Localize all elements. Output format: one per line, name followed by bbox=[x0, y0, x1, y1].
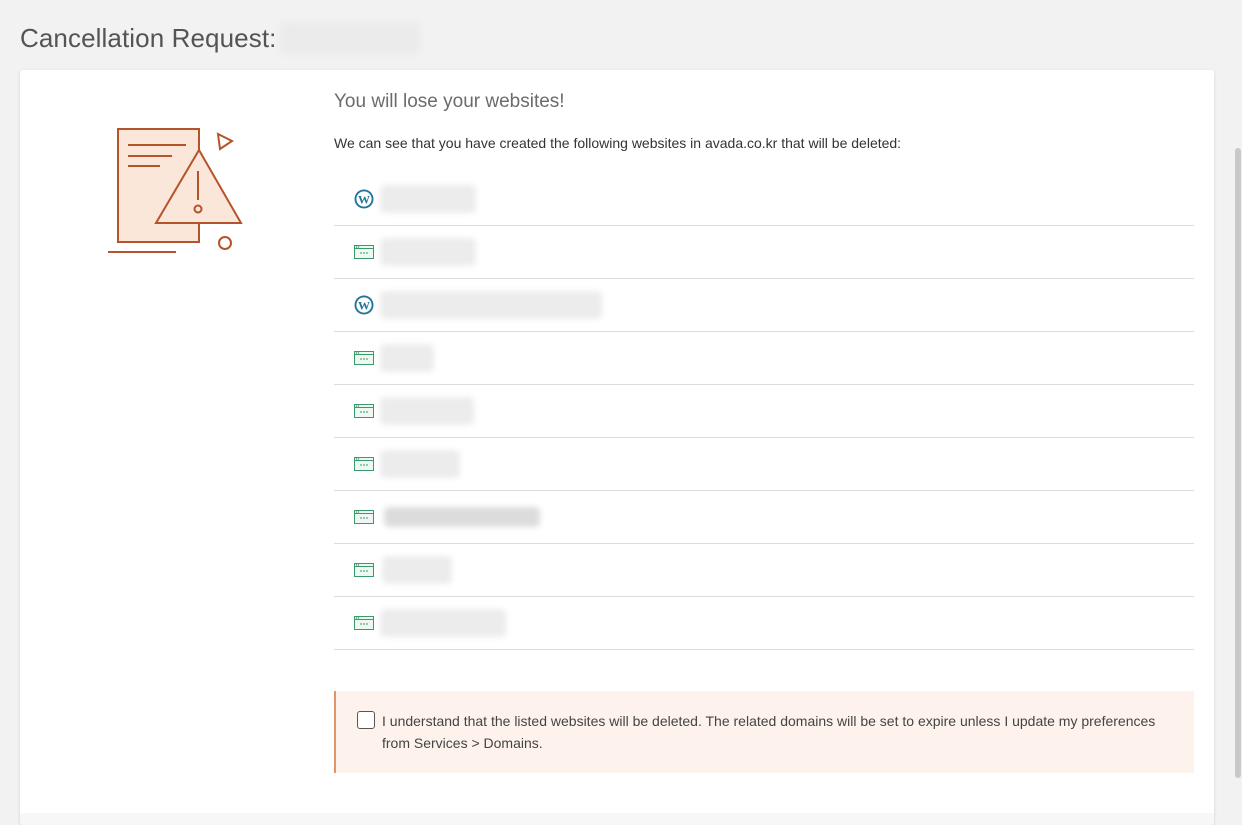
cancellation-card: You will lose your websites! We can see … bbox=[20, 70, 1214, 825]
website-icon bbox=[354, 242, 374, 262]
acknowledgement-line-2: from Services > Domains. bbox=[382, 735, 543, 751]
page-title: Cancellation Request: bbox=[20, 22, 277, 53]
page-header: Cancellation Request: bbox=[20, 18, 421, 58]
website-icon bbox=[354, 454, 374, 474]
redacted-site-name bbox=[380, 397, 474, 425]
scrollbar-thumb[interactable] bbox=[1235, 148, 1241, 778]
redacted-site-name bbox=[380, 609, 506, 637]
website-row: W bbox=[334, 279, 1194, 332]
acknowledgement-notice: I understand that the listed websites wi… bbox=[334, 691, 1194, 773]
website-row bbox=[334, 491, 1194, 544]
acknowledgement-line-1: I understand that the listed websites wi… bbox=[382, 713, 1156, 729]
website-icon bbox=[354, 560, 374, 580]
wordpress-icon: W bbox=[354, 189, 374, 209]
website-icon bbox=[354, 401, 374, 421]
card-footer bbox=[20, 813, 1214, 825]
svg-text:W: W bbox=[358, 193, 370, 207]
website-row bbox=[334, 332, 1194, 385]
redacted-site-name bbox=[382, 556, 452, 584]
website-row: W bbox=[334, 173, 1194, 226]
website-row bbox=[334, 544, 1194, 597]
acknowledgement-label[interactable]: I understand that the listed websites wi… bbox=[382, 710, 1182, 754]
svg-text:W: W bbox=[358, 299, 370, 313]
website-row bbox=[334, 597, 1194, 650]
website-row bbox=[334, 438, 1194, 491]
redacted-site-name bbox=[380, 344, 434, 372]
redacted-site-name bbox=[380, 185, 476, 213]
website-icon bbox=[354, 348, 374, 368]
redacted-site-name bbox=[380, 291, 602, 319]
website-icon bbox=[354, 507, 374, 527]
website-row bbox=[334, 385, 1194, 438]
wordpress-icon: W bbox=[354, 295, 374, 315]
page-scrollbar[interactable] bbox=[1234, 70, 1242, 825]
warning-intro: We can see that you have created the fol… bbox=[334, 135, 902, 151]
redacted-account-name bbox=[280, 22, 421, 54]
warning-document-icon bbox=[108, 128, 243, 253]
redacted-site-name bbox=[384, 507, 540, 527]
website-list: W W bbox=[334, 173, 1194, 650]
website-icon bbox=[354, 613, 374, 633]
acknowledge-checkbox[interactable] bbox=[357, 711, 375, 729]
redacted-site-name bbox=[380, 238, 476, 266]
website-row bbox=[334, 226, 1194, 279]
warning-heading: You will lose your websites! bbox=[334, 91, 565, 112]
redacted-site-name bbox=[380, 450, 460, 478]
